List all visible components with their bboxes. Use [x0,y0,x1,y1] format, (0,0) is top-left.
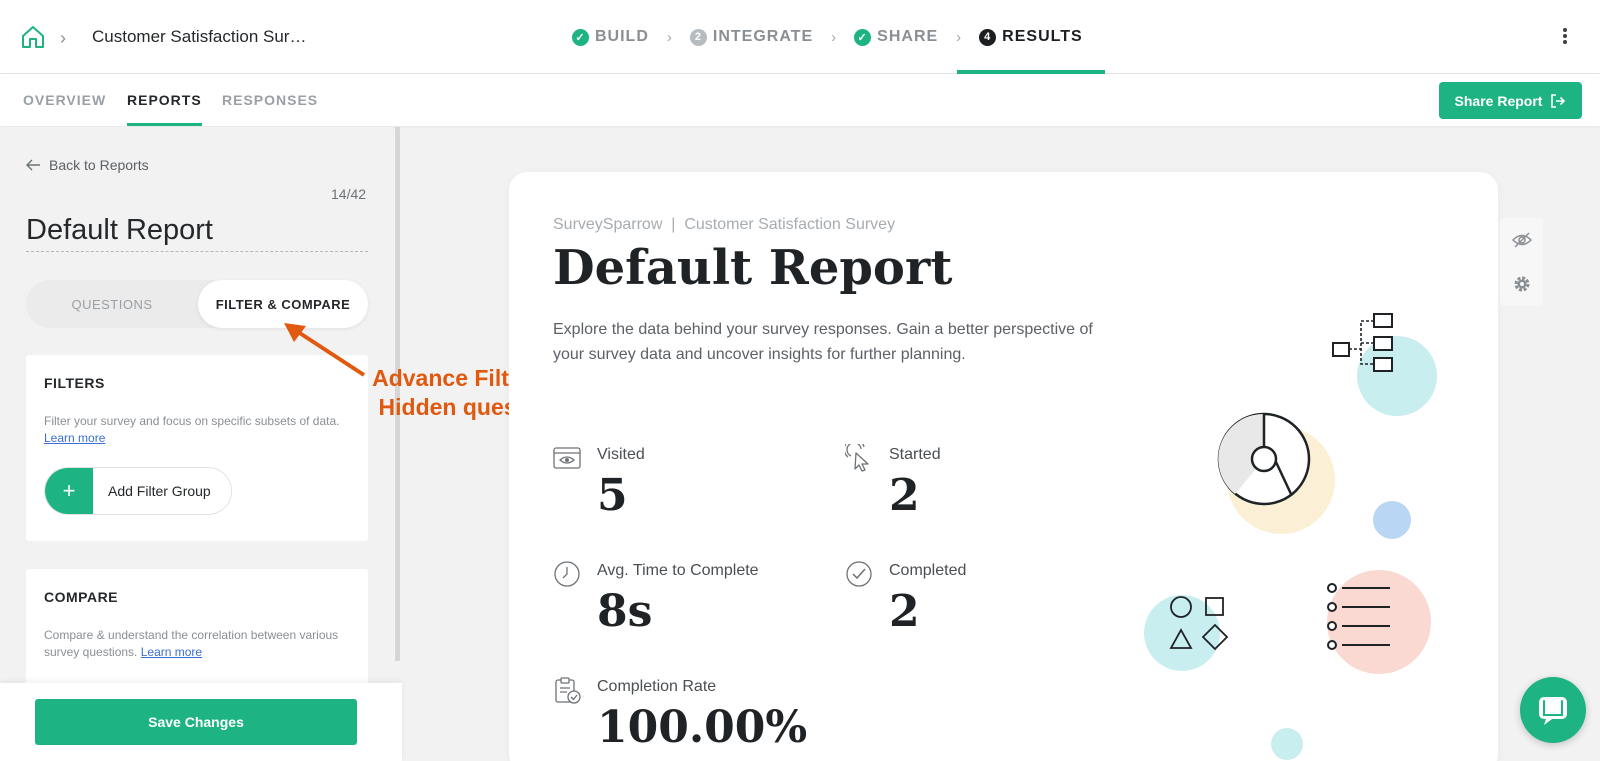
sidebar-footer: Save Changes [0,683,402,761]
gear-icon[interactable] [1500,262,1543,306]
home-icon[interactable] [20,24,46,50]
tab-responses[interactable]: RESPONSES [222,92,318,126]
check-icon: ✓ [572,28,589,46]
check-icon: ✓ [854,28,872,46]
report-side-tools [1500,218,1543,306]
stat-visited: Visited 5 [553,444,813,524]
step-number-badge: 4 [979,28,997,46]
chevron-right-icon: › [956,28,962,46]
chat-support-button[interactable] [1520,677,1586,743]
top-bar: › Customer Satisfaction Sur… ✓ BUILD › 2… [0,0,1600,74]
browser-eye-icon [553,447,581,469]
step-label: INTEGRATE [712,28,814,45]
step-share[interactable]: ✓ SHARE [852,0,940,74]
report-subtitle: SurveySparrow | Customer Satisfaction Su… [553,216,896,233]
clock-icon [554,561,580,587]
stat-label: Avg. Time to Complete [597,562,759,579]
compare-description: Compare & understand the correlation bet… [44,628,339,659]
tab-overview[interactable]: OVERVIEW [23,92,106,126]
chat-bubble-icon [1539,697,1567,725]
report-title: Default Report [553,240,953,296]
report-count: 14/42 [331,186,367,202]
hide-eye-icon[interactable] [1500,218,1543,262]
arrow-left-icon [26,159,40,171]
more-options-icon[interactable] [1560,26,1570,48]
stat-label: Started [889,446,941,463]
clipboard-check-icon [555,677,581,704]
stat-label: Visited [597,446,645,463]
report-preview-card: SurveySparrow | Customer Satisfaction Su… [509,172,1498,761]
stat-label: Completed [889,562,967,579]
stat-avg-time: Avg. Time to Complete 8s [553,560,833,640]
back-to-reports-link[interactable]: Back to Reports [26,157,149,173]
report-description: Explore the data behind your survey resp… [553,321,1093,363]
stat-value: 5 [597,470,628,521]
step-label: SHARE [877,28,939,45]
add-filter-group-button[interactable]: + Add Filter Group [44,467,232,515]
step-label: BUILD [595,28,649,45]
stat-label: Completion Rate [597,678,717,695]
stat-completion-rate: Completion Rate 100.00% [553,676,853,756]
stat-value: 2 [889,470,920,521]
filters-card: FILTERS Filter your survey and focus on … [26,355,368,541]
step-build[interactable]: ✓ BUILD [570,0,651,74]
compare-title: COMPARE [44,589,119,605]
plus-icon: + [45,468,93,514]
add-filter-group-label: Add Filter Group [108,483,211,499]
report-illustration [1144,313,1437,760]
stat-value: 100.00% [597,702,808,753]
check-circle-icon [846,561,872,587]
report-name-input[interactable]: Default Report [26,214,368,252]
annotation-arrow-icon [284,323,366,377]
progress-steps: ✓ BUILD › 2 INTEGRATE › ✓ SHARE › 4 RESU… [570,0,1106,74]
step-integrate[interactable]: 2 INTEGRATE [688,0,815,74]
tab-reports[interactable]: REPORTS [127,92,202,126]
step-results[interactable]: 4 RESULTS [957,0,1106,74]
share-exit-icon [1551,93,1566,108]
survey-title[interactable]: Customer Satisfaction Sur… [92,27,306,47]
chevron-right-icon: › [666,28,672,46]
filters-learn-more-link[interactable]: Learn more [44,431,105,445]
compare-learn-more-link[interactable]: Learn more [141,645,202,659]
stat-value: 8s [597,586,653,637]
step-label: RESULTS [1002,28,1083,45]
share-report-label: Share Report [1454,92,1543,109]
toggle-questions[interactable]: QUESTIONS [26,280,198,328]
chevron-right-icon: › [831,28,837,46]
pointer-click-icon [845,444,869,472]
save-changes-button[interactable]: Save Changes [35,699,357,745]
sub-navigation: OVERVIEW REPORTS RESPONSES Share Report [0,74,1600,126]
chevron-right-icon: › [60,28,66,48]
step-number-badge: 2 [689,28,707,46]
stat-value: 2 [889,586,920,637]
back-label: Back to Reports [49,157,149,173]
share-report-button[interactable]: Share Report [1439,82,1582,119]
stat-started: Started 2 [845,444,1105,524]
stat-completed: Completed 2 [845,560,1105,640]
compare-card: COMPARE Compare & understand the correla… [26,569,368,689]
filters-description: Filter your survey and focus on specific… [44,414,340,445]
